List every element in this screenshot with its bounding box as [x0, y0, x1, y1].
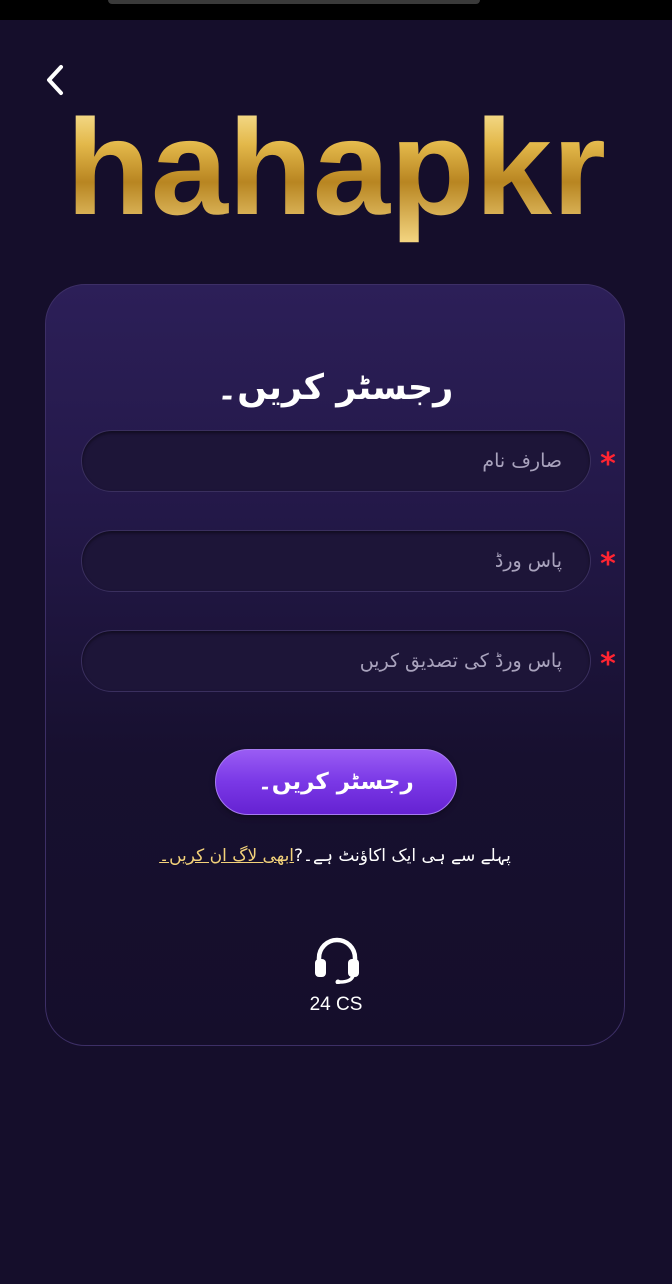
status-bar: [0, 0, 672, 20]
username-required-marker: *: [600, 447, 616, 482]
chevron-left-icon: [47, 65, 63, 95]
username-input[interactable]: [82, 431, 590, 491]
password-input[interactable]: [82, 531, 590, 591]
confirm-password-input[interactable]: [82, 631, 590, 691]
status-bar-notch: [108, 0, 480, 4]
login-prompt-text: پہلے سے ہی ایک اکاؤنٹ ہے۔?: [294, 846, 511, 866]
back-button[interactable]: [34, 58, 78, 102]
headset-icon: [315, 937, 359, 984]
brand-logo-text: hahapkr: [66, 108, 606, 243]
password-required-marker: *: [600, 547, 616, 582]
password-field[interactable]: [81, 530, 591, 592]
username-field[interactable]: [81, 430, 591, 492]
customer-support-button[interactable]: 24 CS: [296, 934, 376, 1024]
form-title: رجسٹر کریں۔: [216, 368, 454, 408]
register-button[interactable]: رجسٹر کریں۔: [215, 749, 457, 815]
login-prompt: پہلے سے ہی ایک اکاؤنٹ ہے۔?ابھی لاگ ان کر…: [45, 841, 625, 871]
customer-support-label: 24 CS: [309, 994, 363, 1015]
login-now-link[interactable]: ابھی لاگ ان کریں۔: [159, 846, 294, 866]
brand-logo: hahapkr: [66, 108, 606, 243]
confirm-password-required-marker: *: [600, 647, 616, 682]
confirm-password-field[interactable]: [81, 630, 591, 692]
